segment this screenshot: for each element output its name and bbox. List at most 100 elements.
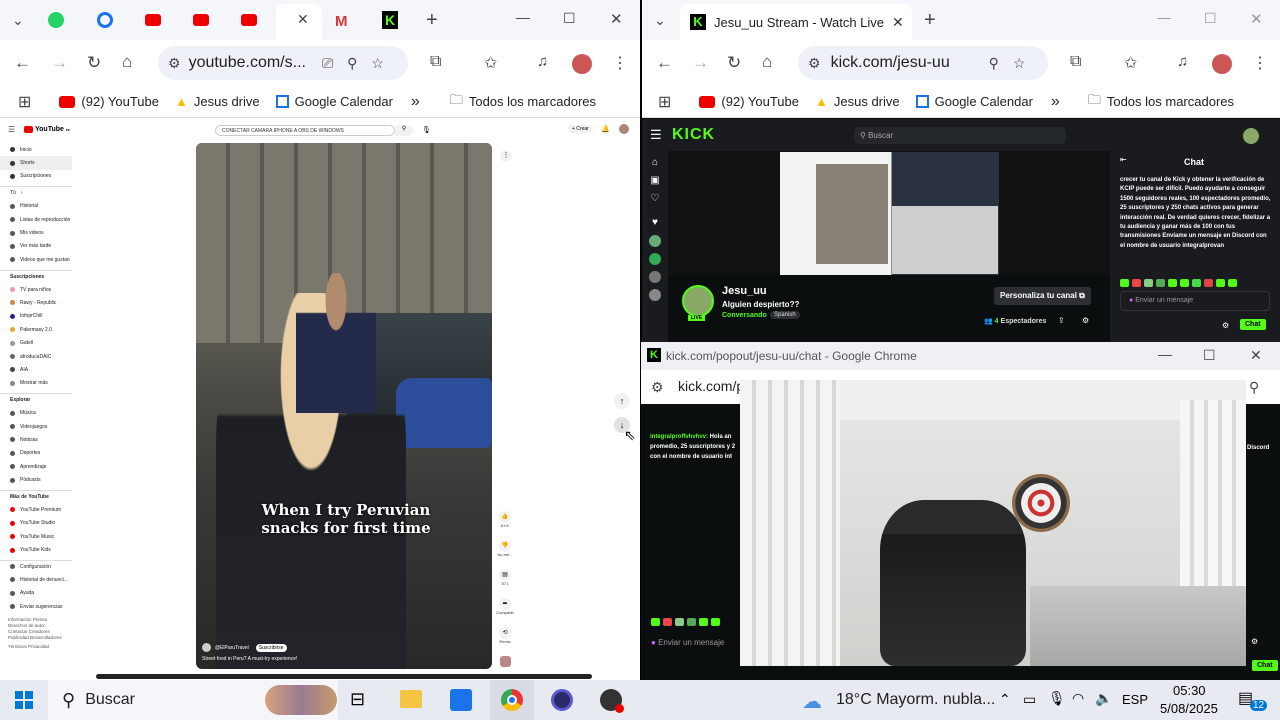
favorites-icon[interactable]: ♥ [649, 217, 661, 229]
menu-icon[interactable]: ⋮ [1252, 53, 1268, 73]
kick-logo[interactable]: KICK [672, 126, 715, 144]
youtube-logo[interactable]: YouTube PE [24, 126, 70, 133]
zoom-icon[interactable]: ⚲ [989, 55, 999, 72]
comment-button[interactable]: ▤ 571 [494, 569, 516, 598]
sub-item[interactable]: Gatell [0, 336, 72, 349]
obs-icon[interactable] [551, 689, 573, 711]
youtube-search-input[interactable]: CONECTAR CAMARA IPHONE A OBS DE WINDOWS [215, 125, 395, 136]
store-icon[interactable] [450, 689, 472, 711]
explore-gaming[interactable]: Videojuegos [0, 420, 72, 433]
streamer-avatar[interactable] [682, 285, 714, 317]
forward-icon[interactable]: → [692, 53, 709, 73]
nav-report-history[interactable]: Historial de denunci... [0, 573, 72, 586]
nav-help[interactable]: Ayuda [0, 587, 72, 600]
bookmark-drive[interactable]: ▲ Jesus drive [815, 94, 900, 109]
media-icon[interactable]: ♫ [537, 53, 548, 70]
sub-item[interactable]: Rawy - Republic [0, 296, 72, 309]
nav-home[interactable]: Inicio [0, 143, 72, 156]
bookmark-youtube[interactable]: (92) YouTube [59, 94, 159, 109]
bookmark-calendar[interactable]: Google Calendar [915, 94, 1033, 109]
all-bookmarks[interactable]: 🗀 Todos los marcadores [1088, 91, 1234, 113]
show-more[interactable]: Mostrar más [0, 377, 72, 390]
apps-grid-icon[interactable]: ⊞ [658, 92, 671, 112]
new-tab-icon[interactable]: + [426, 9, 438, 32]
reload-icon[interactable]: ↻ [87, 53, 101, 73]
back-icon[interactable]: ← [14, 53, 31, 73]
clock-time[interactable]: 05:30 [1173, 683, 1206, 698]
close-window-icon[interactable]: ✕ [1250, 10, 1263, 28]
explore-news[interactable]: Noticias [0, 433, 72, 446]
kick-stream-player[interactable] [668, 151, 1110, 275]
back-icon[interactable]: ← [656, 53, 673, 73]
section-you[interactable]: Tú › [0, 186, 72, 199]
address-bar[interactable]: ⚙ kick.com/jesu-uu ⚲ ☆ [798, 46, 1048, 80]
like-button[interactable]: 👍 61 K [494, 511, 516, 540]
nav-liked[interactable]: Videos que me gustan [0, 253, 72, 266]
bookmarks-overflow[interactable]: » [411, 93, 420, 111]
reading-list-icon[interactable]: ✩ [1124, 53, 1137, 73]
yt-studio[interactable]: YouTube Studio [0, 517, 72, 530]
new-tab-icon[interactable]: + [924, 9, 936, 32]
task-view-icon[interactable]: ⊟ [350, 689, 365, 710]
minimize-icon[interactable]: — [516, 9, 530, 25]
home-icon[interactable]: ⌂ [762, 52, 772, 72]
recording-app-icon[interactable] [600, 689, 624, 713]
nav-watch-later[interactable]: Ver más tarde [0, 240, 72, 253]
home-icon[interactable]: ⌂ [122, 52, 132, 72]
yt-kids[interactable]: YouTube Kids [0, 543, 72, 556]
media-icon[interactable]: ♫ [1177, 53, 1188, 70]
tab-youtube-1[interactable] [145, 14, 161, 26]
start-button[interactable] [15, 691, 33, 709]
yt-music[interactable]: YouTube Music [0, 530, 72, 543]
create-button[interactable]: + Crear [568, 125, 593, 133]
customize-channel-button[interactable]: Personaliza tu canal ⧉ [994, 287, 1091, 305]
chat-input[interactable]: ● Enviar un mensaje [1120, 291, 1270, 311]
previous-short-icon[interactable]: ↑ [614, 393, 630, 409]
remix-button[interactable]: ⟲ Remix [494, 627, 516, 656]
webcam-preview-overlay[interactable] [740, 380, 1246, 666]
youtube-search-button[interactable]: ⚲ [395, 125, 413, 136]
short-video-player[interactable]: When I try Peruvian snacks for first tim… [196, 143, 492, 669]
nav-settings[interactable]: Configuración [0, 559, 72, 573]
channel-avatar[interactable] [649, 289, 661, 301]
profile-avatar[interactable] [572, 54, 592, 74]
maximize-icon[interactable]: ☐ [1204, 10, 1217, 27]
explore-learning[interactable]: Aprendizaje [0, 460, 72, 473]
apps-grid-icon[interactable]: ⊞ [18, 92, 31, 112]
kick-search-input[interactable]: ⚲ Buscar [854, 127, 1066, 144]
chat-send-button[interactable]: Chat [1240, 319, 1266, 330]
meet-icon[interactable]: ▭ [1023, 691, 1036, 708]
close-tab-icon[interactable]: ✕ [297, 11, 309, 28]
sub-item[interactable]: AIA [0, 363, 72, 376]
bookmarks-overflow[interactable]: » [1051, 93, 1060, 111]
forward-icon[interactable]: → [51, 53, 68, 73]
sound-thumbnail[interactable] [499, 656, 511, 667]
bookmark-calendar[interactable]: Google Calendar [275, 94, 393, 109]
address-bar[interactable]: ⚙ youtube.com/s... ⎚ ⚲ ☆ [158, 46, 408, 80]
share-icon[interactable]: ⇪ [1058, 316, 1065, 325]
close-tab-icon[interactable]: ✕ [892, 14, 904, 31]
file-explorer-icon[interactable] [400, 690, 422, 708]
nav-feedback[interactable]: Enviar sugerencias [0, 600, 72, 613]
sub-item[interactable]: afroducaDAIC [0, 350, 72, 363]
tab-gmail[interactable]: M [335, 13, 348, 30]
tab-kick[interactable]: K [382, 11, 398, 29]
channel-avatar[interactable] [649, 271, 661, 283]
explore-podcasts[interactable]: Pódcasts [0, 473, 72, 486]
notifications-icon[interactable]: 🔔 [601, 125, 610, 133]
microphone-icon[interactable]: 🎙 [1048, 690, 1066, 707]
maximize-icon[interactable]: ☐ [563, 10, 576, 27]
tab-search-chevron-icon[interactable]: ⌄ [12, 12, 24, 29]
nav-my-videos[interactable]: Mis videos [0, 226, 72, 239]
site-info-icon[interactable]: ⚙ [168, 55, 181, 72]
tab-app-icon[interactable] [97, 12, 113, 28]
profile-avatar[interactable] [1212, 54, 1232, 74]
explore-music[interactable]: Música [0, 406, 72, 419]
minimize-icon[interactable]: — [1158, 346, 1172, 362]
bookmark-drive[interactable]: ▲ Jesus drive [175, 94, 260, 109]
nav-shorts[interactable]: Shorts [0, 156, 72, 170]
channel-name[interactable]: @ElParuTravel [215, 645, 249, 651]
minimize-icon[interactable]: — [1157, 9, 1171, 25]
channel-avatar[interactable] [202, 643, 211, 652]
sub-item[interactable]: TV para niños [0, 283, 72, 296]
